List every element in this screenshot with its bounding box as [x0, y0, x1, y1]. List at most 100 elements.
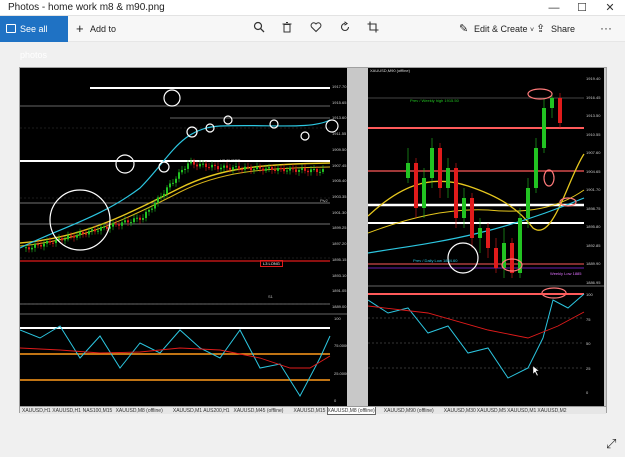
chart-tab[interactable]: XAUUSD,M15 — [294, 407, 326, 415]
photos-icon — [6, 24, 16, 33]
left-price-tick-label: 1901.30 — [332, 209, 347, 215]
expand-icon[interactable]: ⤢ — [606, 436, 616, 452]
h2-short-label: H2 SHORT — [220, 158, 241, 163]
left-price-tick-label: 1905.40 — [332, 178, 347, 184]
more-options-icon[interactable]: ··· — [600, 16, 612, 42]
delete-icon[interactable] — [279, 21, 295, 37]
chart-tab[interactable]: XAUUSD,M8 (offline) — [326, 407, 376, 415]
maximize-button[interactable]: ☐ — [568, 0, 596, 16]
see-all-photos-button[interactable]: See all photos — [0, 16, 68, 60]
chart-tab[interactable]: XAUUSD,M1 — [173, 407, 202, 415]
share-icon: ⇪ — [536, 23, 546, 35]
candle — [241, 169, 243, 171]
chart-left-canvas — [19, 87, 347, 398]
candle — [414, 163, 418, 208]
candle — [313, 168, 315, 170]
candle — [61, 238, 63, 241]
chart-tab[interactable]: XAUUSD,H1 — [22, 407, 51, 415]
chart-tab[interactable]: XAUUSD,M2 — [537, 407, 566, 415]
chart-left-xauusd-m8: H2 SHORT L3 LONG S1 Piv2 1917.70 1915.65 1… — [19, 68, 349, 406]
candle — [202, 163, 204, 165]
candle — [470, 198, 474, 238]
candle — [82, 232, 84, 234]
candle — [223, 165, 225, 168]
candle — [181, 169, 183, 173]
candle — [238, 166, 240, 170]
left-price-tick-label: 1909.50 — [332, 146, 347, 152]
candle — [145, 211, 147, 219]
candle — [486, 228, 490, 248]
favorite-icon[interactable] — [308, 21, 324, 37]
candle — [310, 169, 312, 173]
left-price-tick-label: 1899.25 — [332, 225, 347, 231]
crop-icon[interactable] — [365, 21, 381, 37]
left-price-tick-label: 1895.15 — [332, 256, 347, 262]
candle — [259, 166, 261, 169]
add-to-button[interactable]: + Add to — [76, 16, 116, 42]
candle — [229, 167, 231, 170]
rotate-icon[interactable] — [337, 21, 353, 37]
candle — [52, 242, 54, 244]
close-button[interactable]: ✕ — [596, 0, 624, 16]
candle — [217, 166, 219, 170]
left-price-tick-label: 1889.00 — [332, 304, 347, 309]
prev-daily-low-label: Prev / Daily Low 1884.60 — [413, 258, 458, 263]
left-price-tick-label: 1891.05 — [332, 288, 347, 294]
chart-tab[interactable]: NAS100,M15 — [83, 407, 113, 415]
candle — [438, 148, 442, 188]
candle — [454, 168, 458, 218]
candle — [79, 232, 81, 236]
chart-tab[interactable]: XAUUSD,H1 — [52, 407, 81, 415]
candle — [70, 235, 72, 237]
minimize-button[interactable]: — — [540, 0, 568, 16]
candle — [256, 166, 258, 170]
right-price-tick-label: 1895.80 — [586, 224, 601, 230]
candle — [277, 168, 279, 171]
candle — [298, 169, 300, 172]
chart-tab[interactable]: XAUUSD,M90 (offline) — [384, 407, 434, 415]
candle — [154, 202, 156, 209]
candle — [262, 168, 264, 171]
candle — [542, 108, 546, 148]
right-chart-title: XAUUSD,M90 (offline) — [370, 68, 410, 73]
candle — [244, 166, 246, 170]
candle — [67, 235, 69, 240]
chart-tab[interactable]: XAUUSD,M8 (offline) — [116, 407, 163, 415]
chart-right-xauusd-m90: XAUUSD,M90 (offline) Prev / Weekly high … — [367, 68, 604, 406]
prev-weekly-high-label: Prev / Weekly high 1915.50 — [410, 98, 459, 103]
candle — [115, 223, 117, 225]
chart-tab[interactable]: XAUUSD,M45 (offline) — [234, 407, 284, 415]
candle — [526, 188, 530, 218]
right-price-tick-label: 1916.45 — [586, 94, 601, 100]
candle — [301, 168, 303, 170]
weekly-low-label: Weekly Low 1885 — [550, 271, 582, 276]
candle — [139, 217, 141, 220]
chart-tab[interactable]: XAUUSD,M5 — [477, 407, 506, 415]
left-osc-tick-label: 75.0000 — [334, 343, 349, 349]
edit-create-button[interactable]: ✎ Edit & Create ˅ — [459, 16, 534, 42]
toolbar: See all photos + Add to ✎ Edit & Create … — [0, 16, 625, 60]
chart-right-canvas — [367, 88, 604, 379]
left-price-tick-label: 1907.45 — [332, 162, 347, 168]
candle — [510, 243, 514, 273]
candle — [196, 164, 198, 167]
left-osc-tick-label: 25.0000 — [334, 370, 349, 376]
candle — [94, 229, 96, 232]
candle — [253, 169, 255, 171]
left-osc-tick-label: 0 — [334, 398, 337, 403]
candle — [430, 148, 434, 178]
candle — [55, 239, 57, 244]
right-osc-tick-label: 0 — [586, 390, 589, 395]
candle — [446, 168, 450, 188]
candle — [422, 178, 426, 208]
share-button[interactable]: ⇪ Share — [536, 16, 575, 42]
chart-tab[interactable]: XAUUSD,M1 — [507, 407, 536, 415]
chart-tab[interactable]: AUS200,H1 — [203, 407, 229, 415]
chart-tab[interactable]: XAUUSD,M30 — [444, 407, 476, 415]
zoom-icon[interactable] — [251, 21, 267, 37]
right-osc-tick-label: 75 — [586, 316, 591, 322]
candle — [319, 171, 321, 173]
candle — [226, 165, 228, 168]
candle — [199, 163, 201, 167]
left-price-tick-label: 1903.35 — [332, 194, 347, 199]
